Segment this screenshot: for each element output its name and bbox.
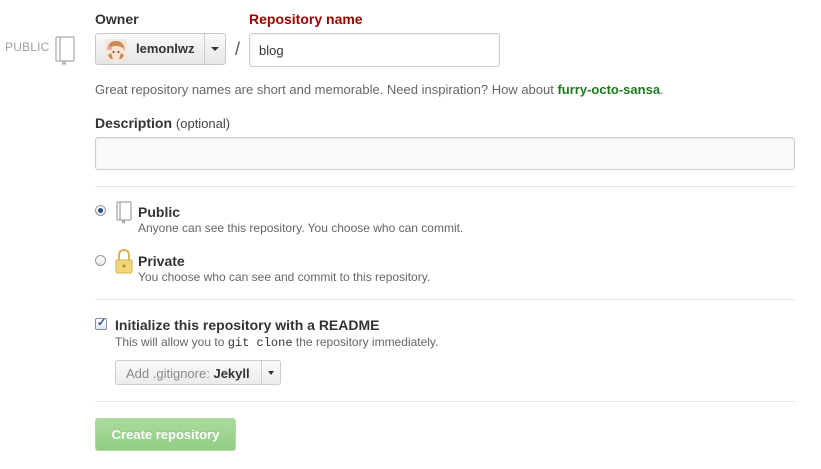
git-clone-code: git clone [227,336,293,350]
hint-prefix: Great repository names are short and mem… [95,82,558,97]
gitignore-select[interactable]: Add .gitignore: Jekyll [115,360,281,385]
repo-name-hint: Great repository names are short and mem… [95,82,664,97]
create-repository-button[interactable]: Create repository [95,418,236,451]
public-option-title[interactable]: Public [138,204,180,220]
init-readme-desc: This will allow you to git clone the rep… [115,335,438,350]
name-suggestion-link[interactable]: furry-octo-sansa [557,82,660,97]
init-desc-before: This will allow you to [115,335,228,349]
avatar [105,39,127,61]
gitignore-divider [261,361,262,384]
divider [95,401,795,402]
public-option-desc: Anyone can see this repository. You choo… [138,221,464,235]
visibility-badge: PUBLIC [5,40,50,54]
chevron-down-icon[interactable] [211,47,219,51]
repo-book-icon [55,36,75,66]
init-readme-checkbox[interactable]: ✓ [95,317,107,330]
repo-book-icon [116,201,132,224]
owner-repo-separator: / [235,39,241,59]
divider [95,299,795,300]
init-desc-after: the repository immediately. [292,335,439,349]
public-radio[interactable] [95,205,106,216]
hint-suffix: . [660,82,664,97]
init-readme-label[interactable]: Initialize this repository with a README [115,317,379,333]
chevron-down-icon[interactable] [268,371,274,375]
lock-icon [115,248,133,274]
private-option-desc: You choose who can see and commit to thi… [138,270,431,284]
description-optional: (optional) [175,116,231,131]
owner-divider [204,34,205,64]
owner-label: Owner [95,11,139,27]
gitignore-text: Add .gitignore: Jekyll [126,366,250,381]
private-option-title[interactable]: Private [138,253,185,269]
gitignore-value: Jekyll [213,366,250,381]
description-input[interactable] [95,137,795,170]
description-label: Description (optional) [95,115,230,131]
repo-name-label: Repository name [249,11,363,27]
repo-name-input[interactable] [249,33,500,67]
gitignore-prefix: Add .gitignore: [126,366,210,381]
divider [95,186,795,187]
owner-select[interactable]: lemonlwz [95,33,226,65]
checkmark-icon: ✓ [97,317,107,329]
private-radio[interactable] [95,255,106,266]
description-label-text: Description [95,115,173,131]
owner-name: lemonlwz [136,41,195,56]
